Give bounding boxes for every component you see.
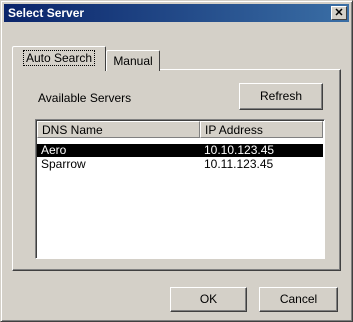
close-button[interactable]: ✕ [331,6,347,20]
window-title: Select Server [8,6,85,20]
tab-manual[interactable]: Manual [106,50,160,71]
tab-auto-search-label: Auto Search [22,50,96,66]
tab-auto-search[interactable]: Auto Search [12,46,106,71]
server-list[interactable]: DNS Name IP Address Aero 10.10.123.45 Sp… [35,119,325,259]
close-icon: ✕ [334,7,344,19]
column-header-ip-address[interactable]: IP Address [200,121,323,138]
column-header-dns-name[interactable]: DNS Name [37,121,200,138]
tab-manual-label: Manual [113,54,153,68]
available-servers-label: Available Servers [38,91,132,105]
refresh-button[interactable]: Refresh [239,83,323,110]
title-bar[interactable]: Select Server ✕ [4,4,349,22]
server-ip-address: 10.10.123.45 [204,143,275,157]
server-dns-name: Aero [41,143,67,157]
list-item[interactable]: Aero 10.10.123.45 [37,144,323,157]
list-item[interactable]: Sparrow 10.11.123.45 [37,158,323,171]
server-ip-address: 10.11.123.45 [204,157,274,171]
cancel-button[interactable]: Cancel [259,287,338,312]
ok-button[interactable]: OK [170,287,247,312]
server-dns-name: Sparrow [41,157,86,171]
